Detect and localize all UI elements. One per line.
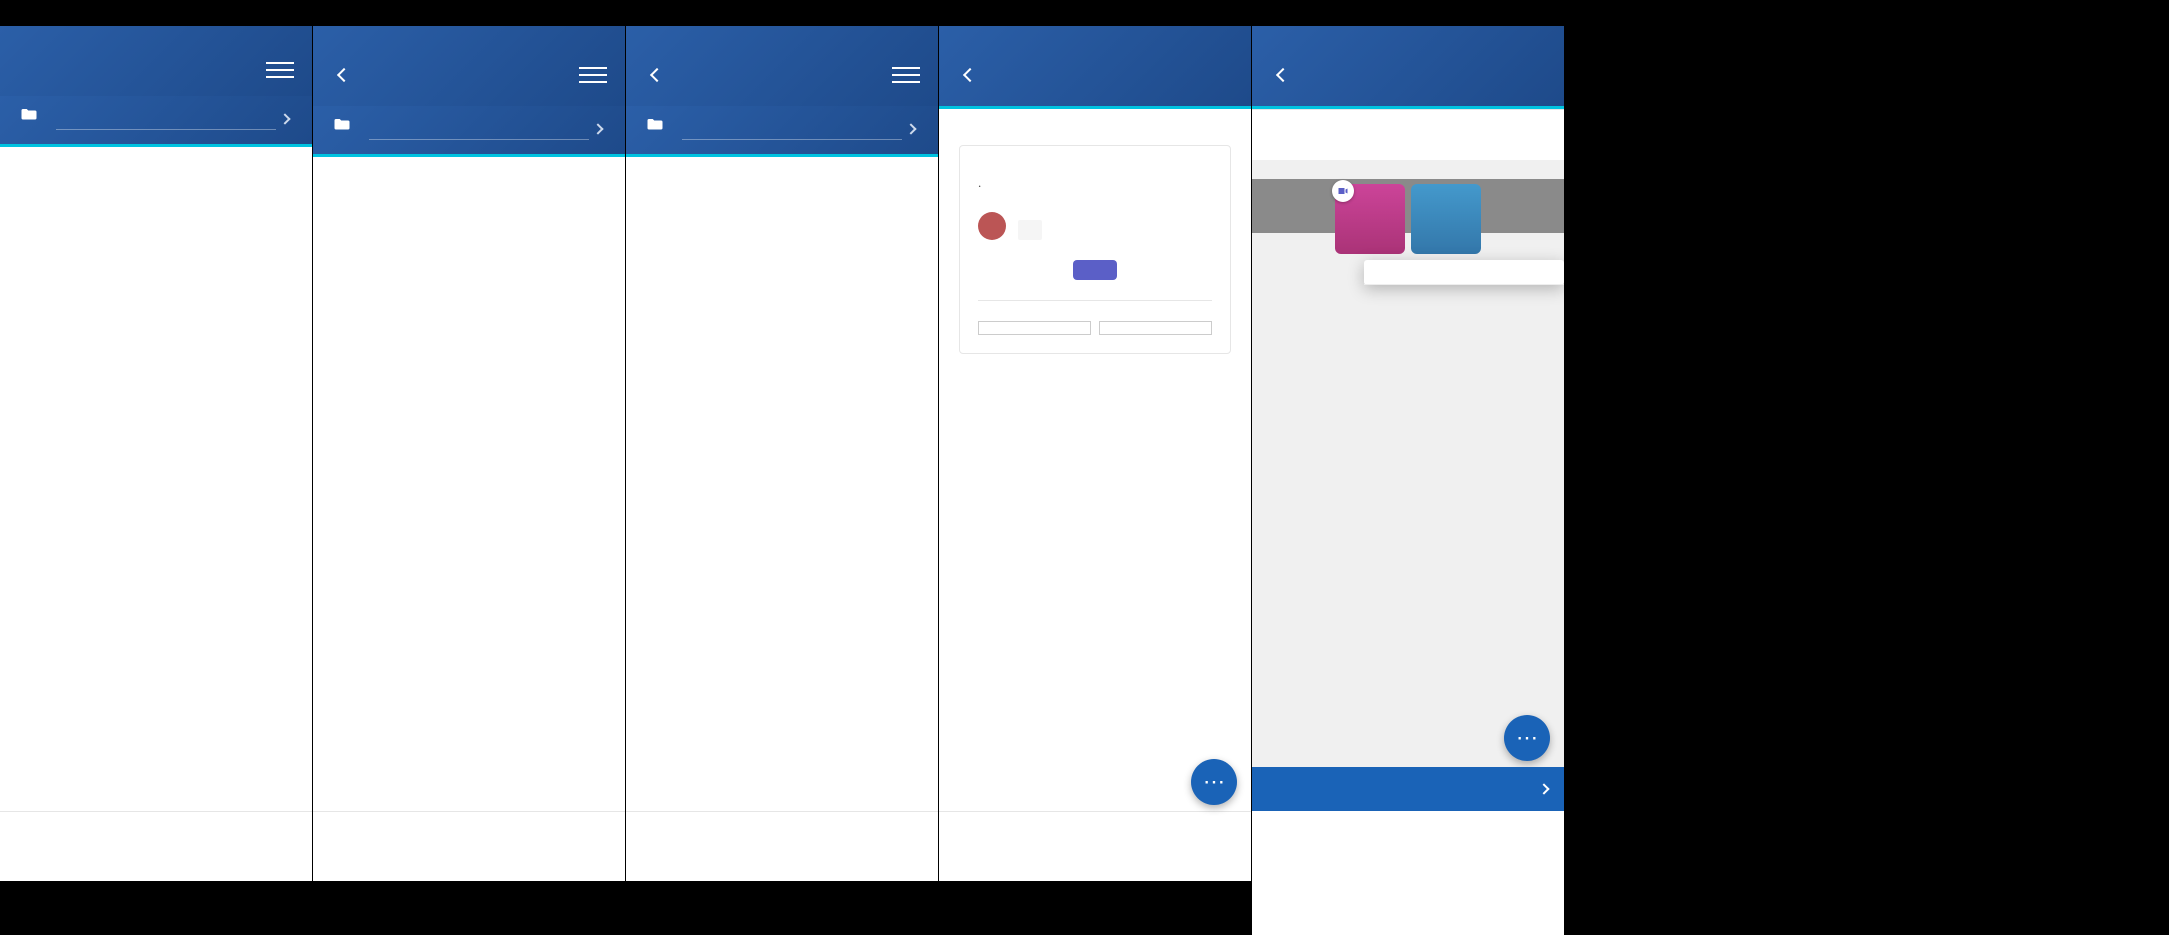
install-ios-button[interactable] (978, 321, 1091, 335)
attachment[interactable] (1018, 220, 1042, 240)
search-input[interactable] (369, 114, 589, 140)
status-bar (313, 0, 625, 26)
body-text: . (978, 174, 1212, 194)
screen-inbox-george (626, 0, 939, 935)
screen-inbox-thomas (313, 0, 626, 935)
menu-icon[interactable] (892, 67, 920, 83)
android-nav (939, 881, 1251, 935)
show-details-button[interactable] (1537, 782, 1548, 797)
search-input[interactable] (56, 104, 276, 130)
search-row (0, 96, 312, 144)
chevron-right-icon[interactable] (589, 118, 607, 137)
bottom-nav (626, 811, 938, 881)
fab-more[interactable]: ⋯ (1504, 715, 1550, 761)
video-icon (1332, 180, 1354, 202)
chevron-right-icon[interactable] (276, 108, 294, 127)
folder-icon (331, 116, 353, 138)
folder-icon (18, 106, 40, 128)
back-button[interactable] (1270, 62, 1296, 88)
search-row (313, 106, 625, 154)
app-header (1252, 26, 1564, 106)
message-card: . (959, 145, 1231, 354)
android-nav (0, 881, 312, 935)
action-popover (1364, 260, 1564, 285)
shared-info-bar[interactable] (1252, 767, 1564, 811)
android-nav (313, 881, 625, 935)
bottom-nav (939, 811, 1251, 881)
status-bar (626, 0, 938, 26)
menu-icon[interactable] (266, 62, 294, 78)
bottom-nav (313, 811, 625, 881)
bottom-nav (0, 811, 312, 881)
search-row (626, 106, 938, 154)
avatar (978, 212, 1006, 240)
app-header (626, 26, 938, 106)
screen-added-to-team: ⋯ (1252, 0, 1565, 935)
app-header (313, 26, 625, 106)
app-header (939, 26, 1251, 106)
android-nav (626, 881, 938, 935)
status-bar (939, 0, 1251, 26)
status-bar (0, 0, 312, 26)
app-header (0, 26, 312, 96)
reply-in-teams-button[interactable] (1073, 260, 1117, 280)
dimmed-content (1252, 160, 1564, 811)
popover-header (1364, 260, 1564, 285)
back-button[interactable] (957, 62, 983, 88)
search-input[interactable] (682, 114, 902, 140)
back-button[interactable] (644, 62, 670, 88)
screen-message-view: . ⋯ (939, 0, 1252, 935)
install-android-button[interactable] (1099, 321, 1212, 335)
back-button[interactable] (331, 62, 357, 88)
status-bar (1252, 0, 1564, 26)
folder-icon (644, 116, 666, 138)
avatar-illustration (1411, 184, 1481, 254)
screen-root-folder (0, 0, 313, 935)
chevron-right-icon[interactable] (902, 118, 920, 137)
fab-more[interactable]: ⋯ (1191, 759, 1237, 805)
menu-icon[interactable] (579, 67, 607, 83)
